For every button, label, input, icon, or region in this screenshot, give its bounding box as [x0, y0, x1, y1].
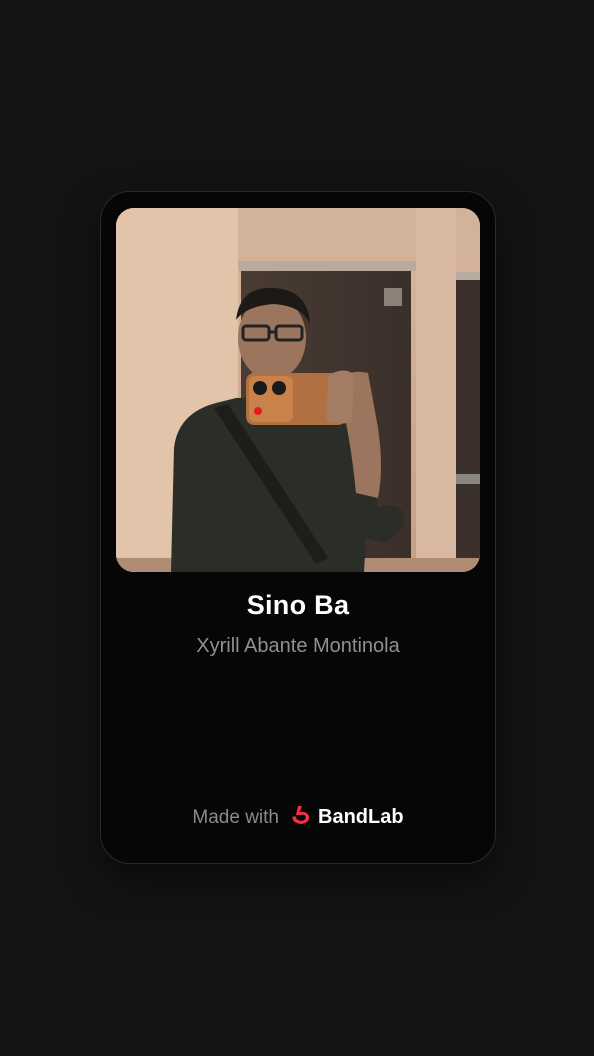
bandlab-logo-icon — [289, 804, 313, 831]
made-with-label: Made with — [192, 806, 280, 828]
artist-name[interactable]: Xyrill Abante Montinola — [101, 635, 495, 658]
bandlab-brand[interactable]: BandLab — [289, 804, 404, 831]
share-screen: Sino Ba Xyrill Abante Montinola Made wit… — [0, 0, 594, 1056]
cover-art — [116, 208, 480, 572]
track-title: Sino Ba — [246, 590, 350, 620]
track-card[interactable]: Sino Ba Xyrill Abante Montinola Made wit… — [100, 191, 496, 864]
made-with-footer[interactable]: Made with BandLab — [101, 804, 495, 831]
cover-photo — [116, 208, 480, 572]
brand-name: BandLab — [318, 806, 404, 828]
